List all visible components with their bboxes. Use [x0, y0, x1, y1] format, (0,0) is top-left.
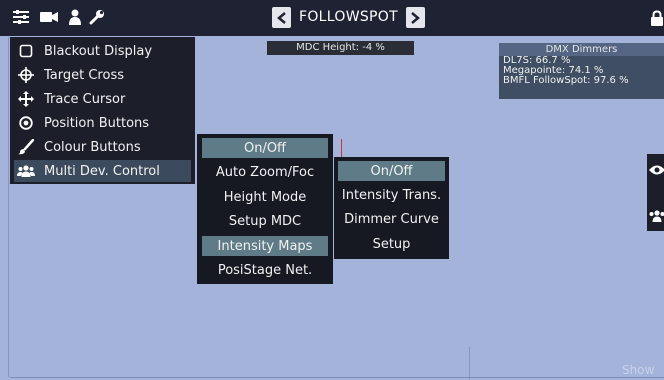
left-border-line [8, 37, 9, 377]
divider-line [469, 347, 470, 380]
menu-item-setup[interactable]: Setup [338, 234, 445, 254]
brush-icon [15, 136, 37, 158]
menu-item-on-off[interactable]: On/Off [202, 138, 328, 158]
side-menu: Blackout Display Target Cross Trace Curs… [10, 37, 195, 184]
group-icon[interactable] [649, 208, 664, 224]
show-label: Show [622, 363, 655, 377]
lock-icon[interactable] [650, 9, 664, 27]
side-item-position-buttons[interactable]: Position Buttons [14, 112, 191, 134]
dmx-row: BMFL FollowSpot: 97.6 % [503, 75, 629, 86]
wrench-icon[interactable] [88, 8, 106, 26]
menu-item-height-mode[interactable]: Height Mode [202, 187, 328, 207]
sliders-icon[interactable] [12, 8, 30, 26]
side-item-label: Trace Cursor [44, 91, 126, 107]
mdc-height-readout: MDC Height: -4 % [267, 41, 414, 55]
dmx-dimmers-panel: DMX Dimmers DL7S: 66.7 % Megapointe: 74.… [499, 43, 664, 99]
target-circle-icon [15, 112, 37, 134]
chevron-right-icon[interactable] [405, 7, 425, 28]
right-toolbar [647, 154, 664, 231]
top-bar: FOLLOWSPOT [0, 0, 664, 36]
side-item-target-cross[interactable]: Target Cross [14, 64, 191, 86]
side-item-label: Target Cross [44, 67, 124, 83]
side-item-label: Blackout Display [44, 43, 153, 59]
menu-item-posistage-net[interactable]: PosiStage Net. [202, 261, 328, 281]
camera-icon[interactable] [40, 8, 58, 26]
side-item-blackout-display[interactable]: Blackout Display [14, 40, 191, 62]
menu-item-setup-mdc[interactable]: Setup MDC [202, 212, 328, 232]
menu-item-on-off[interactable]: On/Off [338, 161, 445, 181]
side-item-trace-cursor[interactable]: Trace Cursor [14, 88, 191, 110]
mdc-submenu: On/Off Auto Zoom/Foc Height Mode Setup M… [197, 134, 333, 284]
side-item-multi-dev-control[interactable]: Multi Dev. Control [14, 160, 191, 182]
chevron-left-icon[interactable] [272, 7, 291, 28]
menu-item-intensity-trans[interactable]: Intensity Trans. [338, 185, 445, 205]
group-icon [15, 160, 37, 182]
side-item-colour-buttons[interactable]: Colour Buttons [14, 136, 191, 158]
intensity-maps-submenu: On/Off Intensity Trans. Dimmer Curve Set… [334, 157, 449, 259]
menu-item-intensity-maps[interactable]: Intensity Maps [202, 236, 328, 257]
page-title: FOLLOWSPOT [299, 9, 398, 25]
move-arrows-icon [15, 88, 37, 110]
bottom-border-line [10, 377, 664, 378]
side-item-label: Position Buttons [44, 115, 150, 131]
side-item-label: Colour Buttons [44, 139, 141, 155]
menu-item-auto-zoom-foc[interactable]: Auto Zoom/Foc [202, 163, 328, 183]
menu-item-dimmer-curve[interactable]: Dimmer Curve [338, 210, 445, 230]
crosshair-icon [15, 64, 37, 86]
title-navigator: FOLLOWSPOT [272, 7, 425, 28]
square-icon [15, 40, 37, 62]
cursor-marker [341, 139, 342, 157]
side-item-label: Multi Dev. Control [44, 163, 160, 179]
eye-icon[interactable] [649, 162, 664, 178]
person-icon[interactable] [66, 8, 84, 26]
